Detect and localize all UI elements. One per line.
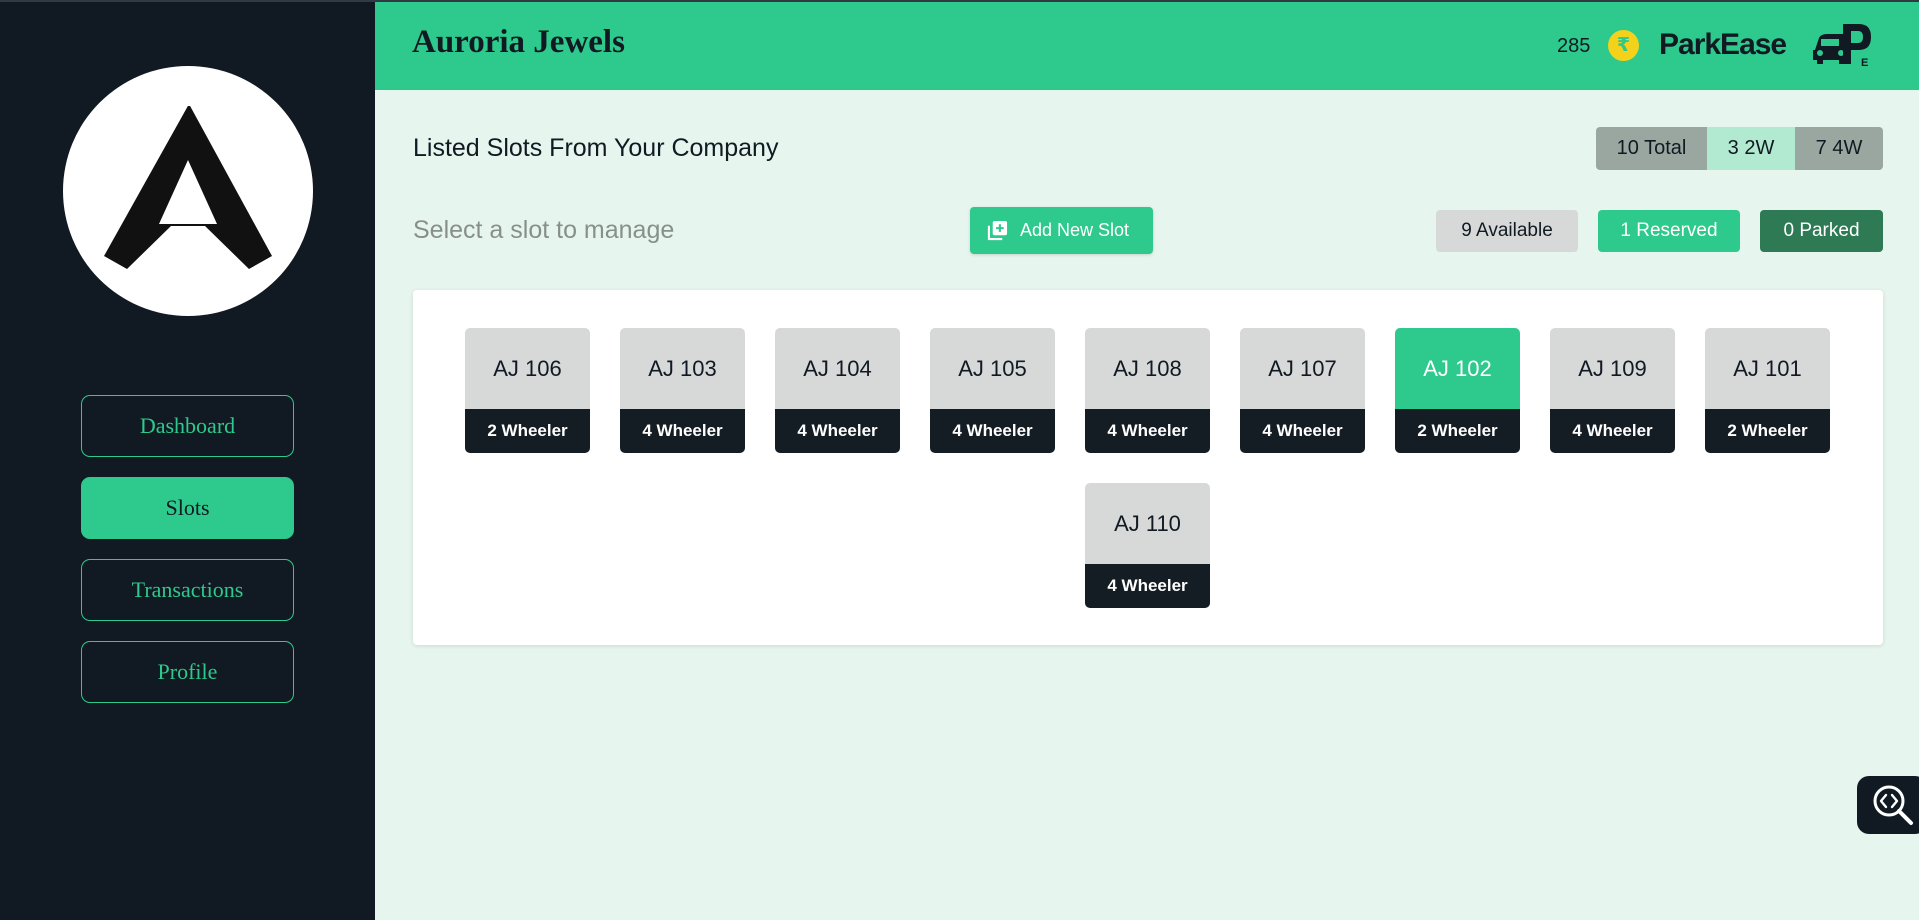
slot-card[interactable]: AJ 109 4 Wheeler (1550, 328, 1675, 453)
add-box-icon (987, 220, 1008, 241)
code-search-button[interactable] (1857, 776, 1919, 834)
add-new-slot-label: Add New Slot (1020, 220, 1130, 240)
company-name: Auroria Jewels (412, 24, 625, 60)
slot-name: AJ 110 (1085, 483, 1210, 564)
slot-card[interactable]: AJ 103 4 Wheeler (620, 328, 745, 453)
slot-name: AJ 105 (930, 328, 1055, 409)
apex-logo-icon (104, 106, 272, 269)
slot-type: 4 Wheeler (775, 409, 900, 453)
four-wheeler-count-badge: 7 4W (1795, 127, 1883, 170)
select-slot-hint: Select a slot to manage (413, 216, 675, 244)
slot-name: AJ 104 (775, 328, 900, 409)
sidebar-item-transactions[interactable]: Transactions (81, 559, 294, 621)
slot-type: 4 Wheeler (1085, 409, 1210, 453)
slots-grid: AJ 106 2 Wheeler AJ 103 4 Wheeler AJ 104… (413, 290, 1883, 645)
slot-name: AJ 103 (620, 328, 745, 409)
company-logo (63, 66, 313, 316)
slot-card[interactable]: AJ 101 2 Wheeler (1705, 328, 1830, 453)
sidebar-nav: Dashboard Slots Transactions Profile (81, 395, 294, 723)
window-top-border (0, 0, 1919, 2)
main-content: Listed Slots From Your Company 10 Total … (375, 90, 1919, 920)
slot-type: 2 Wheeler (465, 409, 590, 453)
slot-card[interactable]: AJ 107 4 Wheeler (1240, 328, 1365, 453)
slot-card[interactable]: AJ 104 4 Wheeler (775, 328, 900, 453)
sidebar-item-slots[interactable]: Slots (81, 477, 294, 539)
slot-card[interactable]: AJ 105 4 Wheeler (930, 328, 1055, 453)
slot-type: 4 Wheeler (620, 409, 745, 453)
page-title: Listed Slots From Your Company (413, 134, 779, 162)
slot-name: AJ 101 (1705, 328, 1830, 409)
slot-card[interactable]: AJ 106 2 Wheeler (465, 328, 590, 453)
add-new-slot-button[interactable]: Add New Slot (970, 207, 1153, 254)
slot-type: 2 Wheeler (1395, 409, 1520, 453)
reserved-status-badge: 1 Reserved (1598, 210, 1740, 252)
sidebar-item-dashboard[interactable]: Dashboard (81, 395, 294, 457)
two-wheeler-count-badge: 3 2W (1707, 127, 1795, 170)
total-count-badge: 10 Total (1596, 127, 1707, 170)
coin-balance: 285 (1557, 35, 1591, 57)
sidebar-item-profile[interactable]: Profile (81, 641, 294, 703)
slot-card[interactable]: AJ 110 4 Wheeler (1085, 483, 1210, 608)
slot-name: AJ 106 (465, 328, 590, 409)
slot-type: 4 Wheeler (1240, 409, 1365, 453)
slot-name: AJ 107 (1240, 328, 1365, 409)
app-name[interactable]: ParkEase (1659, 28, 1787, 62)
parked-status-badge: 0 Parked (1760, 210, 1883, 252)
slot-type: 4 Wheeler (930, 409, 1055, 453)
slot-name: AJ 109 (1550, 328, 1675, 409)
sidebar: Dashboard Slots Transactions Profile (0, 0, 375, 920)
rupee-coin-icon: ₹ (1608, 30, 1639, 61)
parking-car-icon[interactable]: E (1809, 20, 1875, 70)
slot-type: 4 Wheeler (1550, 409, 1675, 453)
slot-name: AJ 108 (1085, 328, 1210, 409)
available-status-badge: 9 Available (1436, 210, 1578, 252)
slot-card-reserved[interactable]: AJ 102 2 Wheeler (1395, 328, 1520, 453)
svg-text:E: E (1861, 57, 1868, 69)
slot-type: 4 Wheeler (1085, 564, 1210, 608)
slot-card[interactable]: AJ 108 4 Wheeler (1085, 328, 1210, 453)
slot-name: AJ 102 (1395, 328, 1520, 409)
slot-count-summary: 10 Total 3 2W 7 4W (1596, 127, 1883, 170)
top-header: Auroria Jewels 285 ₹ ParkEase E (375, 2, 1919, 90)
code-search-icon (1873, 785, 1913, 825)
slot-type: 2 Wheeler (1705, 409, 1830, 453)
